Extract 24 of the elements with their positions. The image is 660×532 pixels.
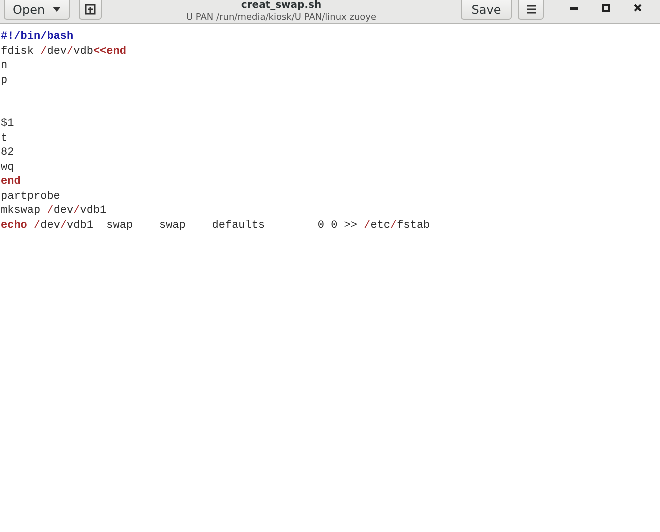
- code-line: $1: [1, 118, 14, 130]
- code-line: partprobe: [1, 190, 60, 202]
- save-button[interactable]: Save: [461, 0, 512, 20]
- code-line: wq: [1, 162, 14, 174]
- open-button[interactable]: Open: [4, 0, 70, 20]
- window-title: creat_swap.sh: [241, 0, 322, 12]
- file-path: U PAN /run/media/kiosk/U PAN/linux zuoye: [186, 12, 377, 24]
- caret-icon: [53, 7, 61, 12]
- new-tab-button[interactable]: [79, 0, 102, 20]
- minimize-icon[interactable]: [570, 6, 578, 10]
- code-line: fdisk /dev/vdb<<end: [1, 46, 126, 58]
- new-tab-icon: [85, 4, 96, 15]
- menu-button[interactable]: [518, 0, 544, 20]
- code-line: end: [1, 176, 21, 188]
- code-line: t: [1, 132, 8, 144]
- code-line: 82: [1, 147, 14, 159]
- code-line: n: [1, 60, 8, 72]
- menu-icon: [526, 5, 536, 14]
- code-line: echo /dev/vdb1 swap swap defaults 0 0 >> /etc/fstab: [1, 220, 430, 232]
- close-icon[interactable]: [634, 4, 642, 12]
- code-line: #!/bin/bash: [1, 31, 74, 43]
- code-line: mkswap /dev/vdb1: [1, 205, 107, 217]
- code-line: p: [1, 74, 8, 86]
- maximize-icon[interactable]: [602, 4, 610, 12]
